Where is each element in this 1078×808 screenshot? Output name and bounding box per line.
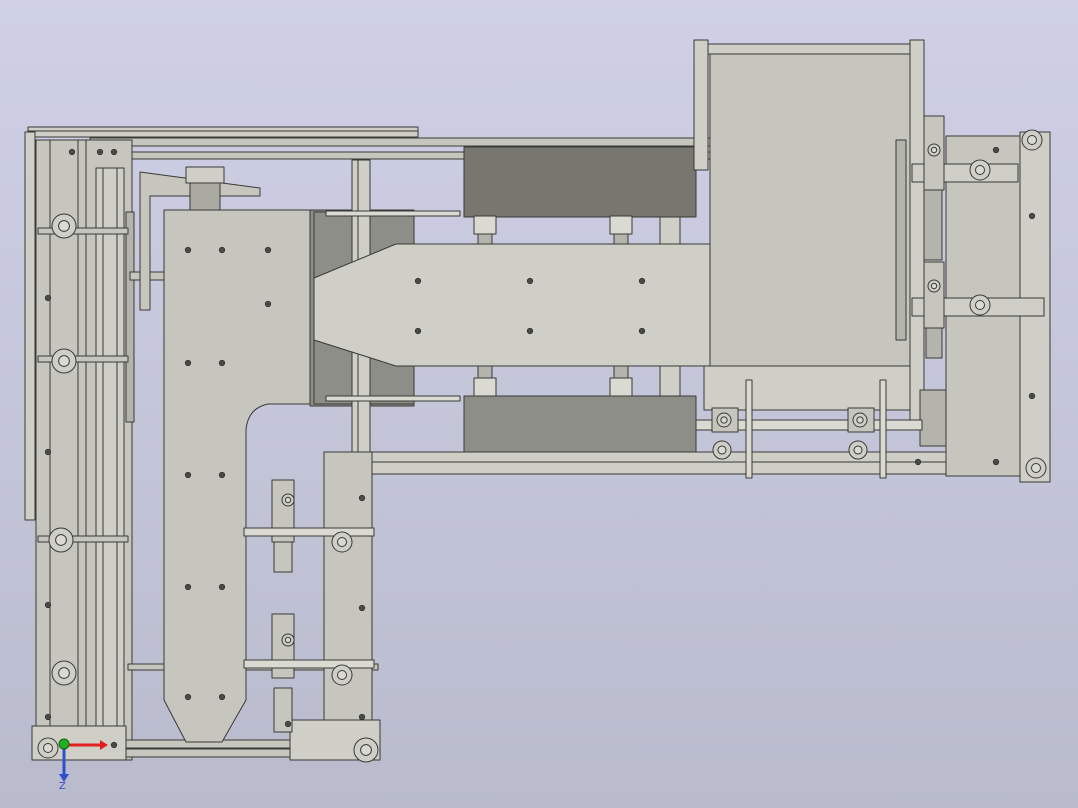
cad-graphics-viewport[interactable]: Z	[0, 0, 1078, 808]
axis-x-arrow-head	[100, 740, 108, 750]
axis-triad: Z	[58, 738, 108, 792]
axis-z-label: Z	[59, 781, 66, 792]
axis-y-dot	[58, 738, 70, 750]
